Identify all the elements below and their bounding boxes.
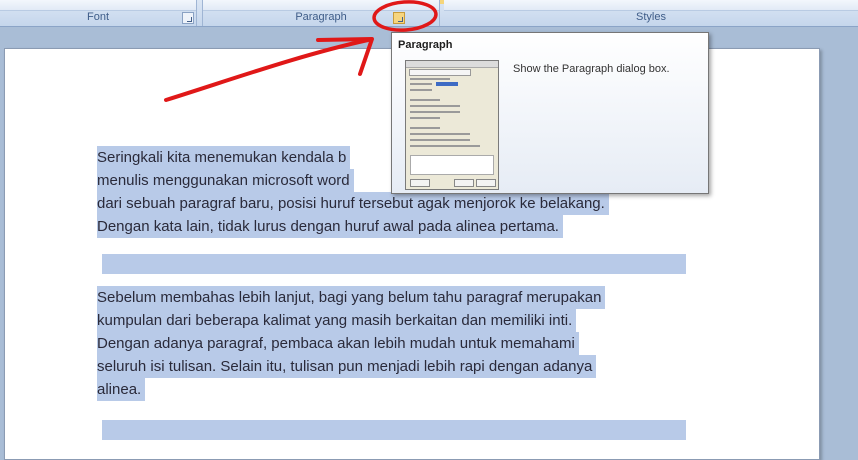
ribbon: Font Paragraph Styles bbox=[0, 0, 858, 27]
text-line: kumpulan dari beberapa kalimat yang masi… bbox=[97, 309, 577, 332]
text-line: dari sebuah paragraf baru, posisi huruf … bbox=[97, 192, 609, 215]
text-line: Dengan adanya paragraf, pembaca akan leb… bbox=[97, 332, 579, 355]
ribbon-group-font: Font bbox=[0, 0, 197, 26]
text-line: Sebelum membahas lebih lanjut, bagi yang… bbox=[97, 286, 606, 309]
ribbon-group-label-styles: Styles bbox=[636, 11, 666, 23]
paragraph-2[interactable]: Sebelum membahas lebih lanjut, bagi yang… bbox=[97, 286, 606, 401]
text-line: seluruh isi tulisan. Selain itu, tulisan… bbox=[97, 355, 597, 378]
text-line: menulis menggunakan microsoft word bbox=[97, 169, 354, 192]
selected-empty-line bbox=[102, 254, 686, 274]
text-line: Dengan kata lain, tidak lurus dengan hur… bbox=[97, 215, 563, 238]
paragraph-tooltip: Paragraph Show the Paragraph dialog box. bbox=[391, 32, 709, 194]
text-line: alinea. bbox=[97, 378, 146, 401]
text-line: Seringkali kita menemukan kendala b bbox=[97, 146, 351, 169]
selected-empty-line bbox=[102, 420, 686, 440]
tooltip-description: Show the Paragraph dialog box. bbox=[513, 63, 670, 75]
ribbon-group-label-font: Font bbox=[86, 11, 109, 23]
paragraph-dialog-launcher-icon[interactable] bbox=[393, 12, 405, 24]
ribbon-group-styles: Styles bbox=[444, 0, 858, 26]
tooltip-title: Paragraph bbox=[398, 39, 453, 51]
font-dialog-launcher-icon[interactable] bbox=[182, 12, 194, 24]
paragraph-dialog-thumbnail bbox=[405, 60, 499, 190]
